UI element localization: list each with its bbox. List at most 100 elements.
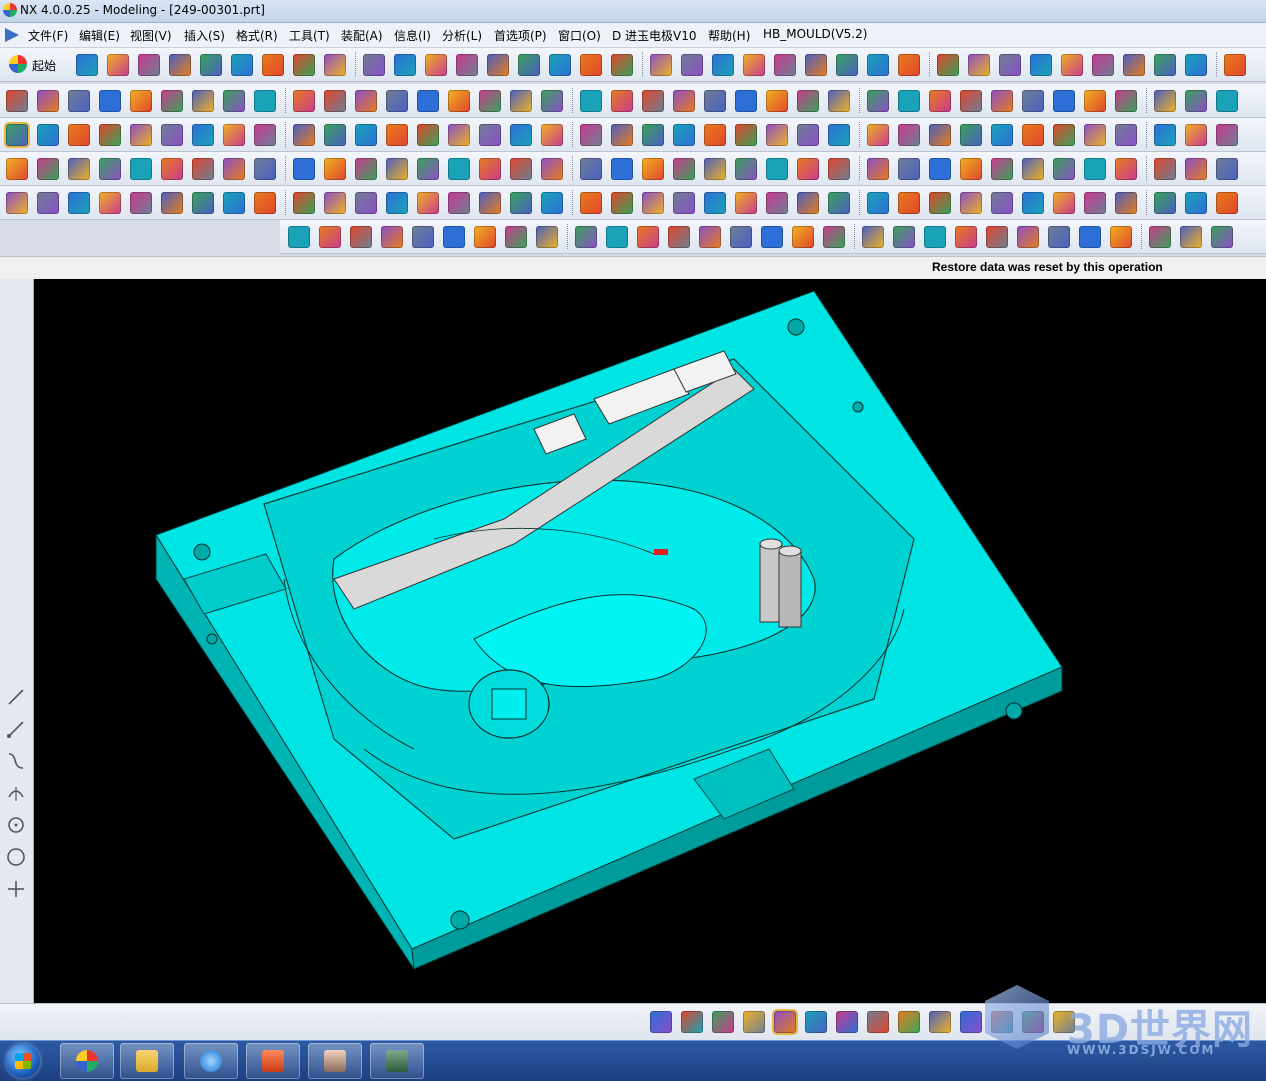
toolbar-tool-icon[interactable]	[161, 124, 183, 146]
toolbar-tool-icon[interactable]	[37, 90, 59, 112]
toolbar-tool-icon[interactable]	[541, 124, 563, 146]
toolbar-tool-icon[interactable]	[735, 158, 757, 180]
toolbar-tool-icon[interactable]	[1022, 158, 1044, 180]
toolbar-tool-icon[interactable]	[898, 90, 920, 112]
toolbar-tool-icon[interactable]	[487, 54, 509, 76]
tangent-tool-icon[interactable]	[6, 783, 26, 803]
toolbar-tool-icon[interactable]	[580, 158, 602, 180]
menu-view[interactable]: 视图(V)	[130, 27, 172, 44]
menu-insert[interactable]: 插入(S)	[184, 27, 225, 44]
toolbar-tool-icon[interactable]	[293, 90, 315, 112]
toolbar-tool-icon[interactable]	[828, 158, 850, 180]
toolbar-tool-icon[interactable]	[991, 192, 1013, 214]
menu-file[interactable]: 文件(F)	[28, 27, 68, 44]
toolbar-tool-icon[interactable]	[774, 54, 796, 76]
toolbar-tool-icon[interactable]	[929, 90, 951, 112]
toolbar-tool-icon[interactable]	[37, 192, 59, 214]
toolbar-tool-icon[interactable]	[642, 124, 664, 146]
toolbar-tool-icon[interactable]	[386, 158, 408, 180]
toolbar-tool-icon[interactable]	[541, 90, 563, 112]
toolbar-tool-icon[interactable]	[611, 90, 633, 112]
toolbar-tool-icon[interactable]	[673, 192, 695, 214]
toolbar-tool-icon[interactable]	[823, 226, 845, 248]
toolbar-tool-icon[interactable]	[991, 90, 1013, 112]
toolbar-tool-icon[interactable]	[192, 158, 214, 180]
toolbar-tool-icon[interactable]	[1084, 192, 1106, 214]
toolbar-tool-icon[interactable]	[510, 90, 532, 112]
toolbar-tool-icon[interactable]	[955, 226, 977, 248]
menu-window[interactable]: 窗口(O)	[558, 27, 601, 44]
toolbar-tool-icon[interactable]	[161, 90, 183, 112]
toolbar-tool-icon[interactable]	[828, 124, 850, 146]
toolbar-tool-icon[interactable]	[505, 226, 527, 248]
toolbar-tool-icon[interactable]	[479, 192, 501, 214]
view-tool-icon[interactable]	[772, 1009, 798, 1035]
toolbar-tool-icon[interactable]	[68, 124, 90, 146]
toolbar-tool-icon[interactable]	[231, 54, 253, 76]
toolbar-tool-icon[interactable]	[1115, 124, 1137, 146]
spline-tool-icon[interactable]	[6, 751, 26, 771]
toolbar-tool-icon[interactable]	[254, 158, 276, 180]
taskbar-app-monitor[interactable]	[370, 1043, 424, 1079]
toolbar-tool-icon[interactable]	[668, 226, 690, 248]
toolbar-tool-icon[interactable]	[937, 54, 959, 76]
toolbar-tool-icon[interactable]	[1079, 226, 1101, 248]
toolbar-tool-icon[interactable]	[828, 90, 850, 112]
toolbar-tool-icon[interactable]	[611, 192, 633, 214]
view-tool-icon[interactable]	[805, 1011, 827, 1033]
view-tool-icon[interactable]	[1022, 1011, 1044, 1033]
toolbar-tool-icon[interactable]	[37, 124, 59, 146]
toolbar-tool-icon[interactable]	[580, 54, 602, 76]
toolbar-tool-icon[interactable]	[99, 90, 121, 112]
toolbar-tool-icon[interactable]	[130, 192, 152, 214]
toolbar-tool-icon[interactable]	[510, 158, 532, 180]
toolbar-tool-icon[interactable]	[443, 226, 465, 248]
toolbar-tool-icon[interactable]	[324, 124, 346, 146]
toolbar-tool-icon[interactable]	[1154, 158, 1176, 180]
menu-hb-mould[interactable]: HB_MOULD(V5.2)	[763, 27, 867, 41]
toolbar-tool-icon[interactable]	[1022, 124, 1044, 146]
toolbar-tool-icon[interactable]	[510, 192, 532, 214]
toolbar-tool-icon[interactable]	[417, 192, 439, 214]
toolbar-tool-icon[interactable]	[611, 54, 633, 76]
toolbar-tool-icon[interactable]	[1185, 158, 1207, 180]
toolbar-tool-icon[interactable]	[192, 124, 214, 146]
toolbar-tool-icon[interactable]	[642, 158, 664, 180]
toolbar-tool-icon[interactable]	[138, 54, 160, 76]
toolbar-tool-icon[interactable]	[1185, 54, 1207, 76]
toolbar-tool-icon[interactable]	[355, 124, 377, 146]
toolbar-tool-icon[interactable]	[828, 192, 850, 214]
toolbar-tool-icon[interactable]	[479, 90, 501, 112]
toolbar-tool-icon[interactable]	[1216, 192, 1238, 214]
toolbar-tool-icon[interactable]	[797, 124, 819, 146]
toolbar-tool-icon[interactable]	[681, 54, 703, 76]
view-tool-icon[interactable]	[743, 1011, 765, 1033]
toolbar-tool-icon[interactable]	[960, 158, 982, 180]
toolbar-tool-icon[interactable]	[797, 90, 819, 112]
toolbar-tool-icon[interactable]	[1154, 90, 1176, 112]
toolbar-tool-icon[interactable]	[1211, 226, 1233, 248]
toolbar-tool-icon[interactable]	[518, 54, 540, 76]
toolbar-tool-icon[interactable]	[448, 124, 470, 146]
toolbar-tool-icon[interactable]	[1030, 54, 1052, 76]
toolbar-tool-icon[interactable]	[960, 90, 982, 112]
toolbar-tool-icon[interactable]	[293, 158, 315, 180]
toolbar-tool-icon[interactable]	[1053, 192, 1075, 214]
toolbar-tool-icon[interactable]	[223, 158, 245, 180]
menu-edit[interactable]: 编辑(E)	[79, 27, 120, 44]
toolbar-tool-icon[interactable]	[448, 192, 470, 214]
windows-start-button[interactable]	[6, 1044, 40, 1078]
toolbar-tool-icon[interactable]	[1017, 226, 1039, 248]
toolbar-tool-icon[interactable]	[223, 90, 245, 112]
line-tool-icon[interactable]	[6, 687, 26, 707]
view-tool-icon[interactable]	[898, 1011, 920, 1033]
toolbar-tool-icon[interactable]	[867, 192, 889, 214]
toolbar-tool-icon[interactable]	[350, 226, 372, 248]
toolbar-tool-icon[interactable]	[130, 158, 152, 180]
toolbar-tool-icon[interactable]	[673, 90, 695, 112]
toolbar-tool-icon[interactable]	[1048, 226, 1070, 248]
toolbar-tool-icon[interactable]	[704, 124, 726, 146]
toolbar-tool-icon[interactable]	[456, 54, 478, 76]
toolbar-tool-icon[interactable]	[386, 124, 408, 146]
toolbar-tool-icon[interactable]	[924, 226, 946, 248]
